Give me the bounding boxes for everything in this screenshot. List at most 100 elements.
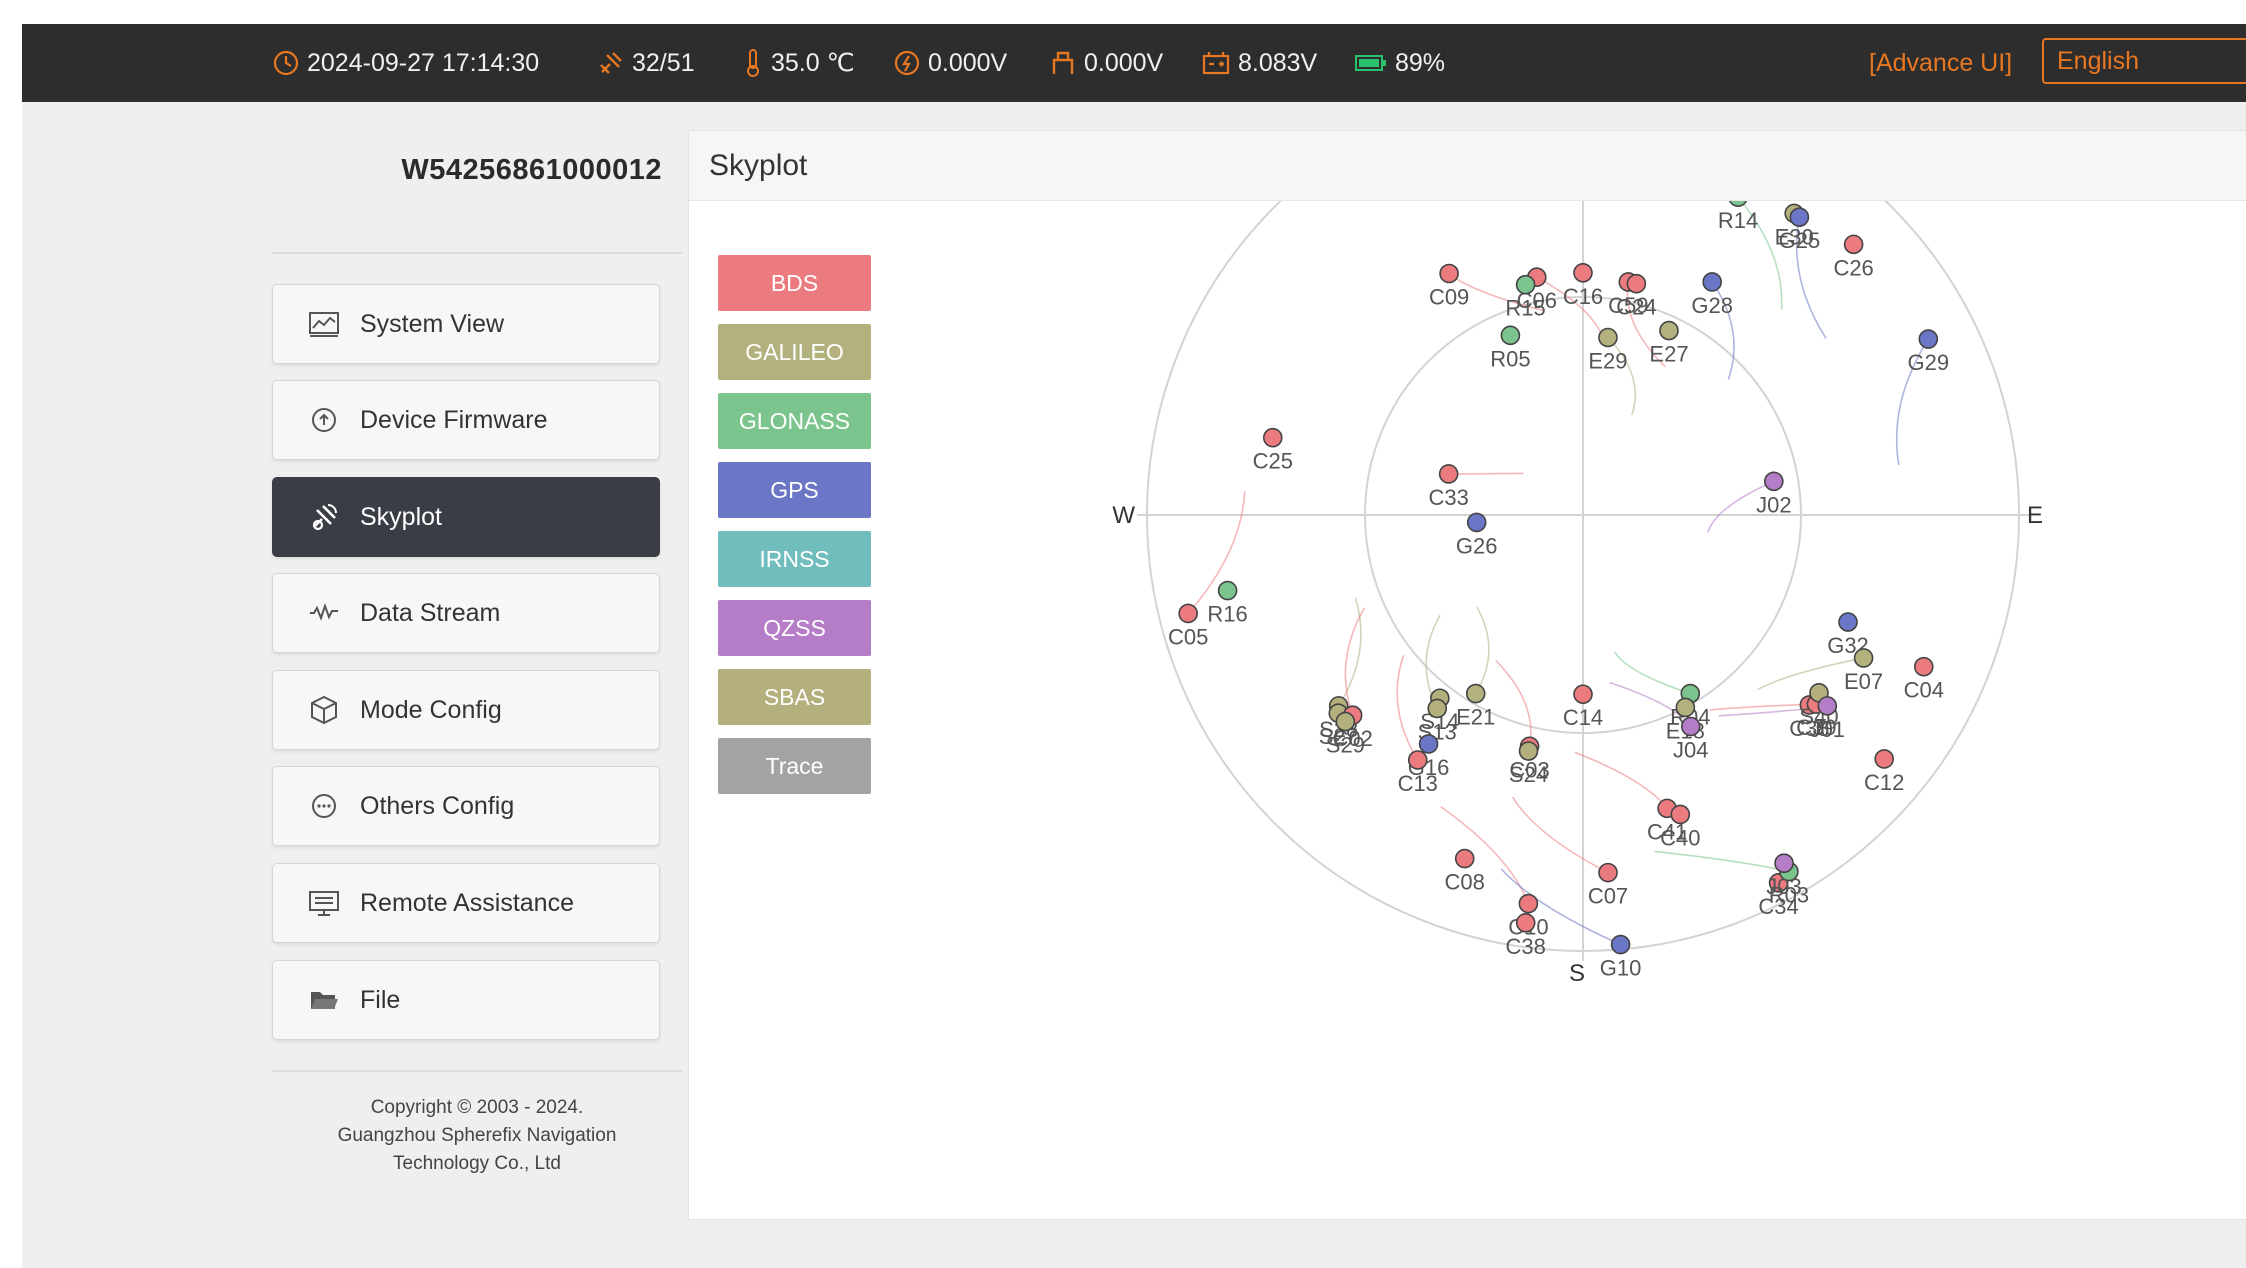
satellite-dot xyxy=(1262,427,1283,448)
satellite-label: C26 xyxy=(1833,255,1873,280)
top-status-bar: 2024-09-27 17:14:30 32/51 35.0 ℃ 0.000V … xyxy=(22,24,2246,102)
temperature-status: 35.0 ℃ xyxy=(743,24,855,102)
satellite-label: E07 xyxy=(1844,669,1883,694)
satellite-label: E27 xyxy=(1649,342,1688,367)
language-value: English xyxy=(2057,46,2139,75)
monitor-icon xyxy=(306,885,342,921)
satellite-marker: C05 xyxy=(1168,603,1208,649)
satellite-dot xyxy=(1702,272,1722,292)
satellite-label: J01 xyxy=(1810,717,1845,742)
sidebar-item-file[interactable]: File xyxy=(272,960,660,1040)
satellite-label: G28 xyxy=(1691,293,1733,318)
satellite-marker: C26 xyxy=(1833,234,1874,280)
satellite-dot xyxy=(1515,274,1536,295)
satellite-label: C05 xyxy=(1168,624,1208,649)
satellite-dot xyxy=(1465,683,1486,704)
satellite-dot xyxy=(1439,263,1459,284)
sidebar-item-system-view[interactable]: System View xyxy=(272,284,660,364)
satellite-dot xyxy=(1518,741,1539,761)
satellite-icon xyxy=(306,499,342,535)
dots-icon xyxy=(306,788,342,824)
satellite-marker: R16 xyxy=(1207,580,1248,627)
upload-icon xyxy=(306,402,342,438)
satellite-dot xyxy=(1817,696,1838,716)
language-select[interactable]: English xyxy=(2042,38,2246,84)
battery-status: 89% xyxy=(1355,24,1445,102)
satellite-dot xyxy=(1335,711,1356,732)
voltage3-status: 8.083V xyxy=(1202,24,1317,102)
satellite-marker: G29 xyxy=(1908,329,1950,375)
sidebar-divider-top xyxy=(272,252,682,254)
satellite-marker: C07 xyxy=(1588,862,1628,909)
satellite-dot xyxy=(1913,656,1934,677)
satellite-trace xyxy=(1396,654,1419,761)
satellite-label: G10 xyxy=(1600,956,1642,981)
copyright-line: Copyright © 2003 - 2024. xyxy=(370,1097,584,1118)
satellite-label: C24 xyxy=(1616,295,1656,320)
thermometer-icon xyxy=(747,49,759,77)
sidebar-item-label: Others Config xyxy=(360,791,515,820)
sidebar-item-skyplot[interactable]: Skyplot xyxy=(272,477,660,557)
satellite-dot xyxy=(1764,471,1784,492)
satellite-marker: G28 xyxy=(1691,272,1733,318)
satellite-label: G29 xyxy=(1908,350,1950,375)
sidebar-item-others-config[interactable]: Others Config xyxy=(272,766,660,846)
satellite-dot xyxy=(1454,848,1475,869)
voltage2-value: 0.000V xyxy=(1084,48,1164,77)
copyright-line: Technology Co., Ltd xyxy=(393,1153,561,1174)
copyright-text: Copyright © 2003 - 2024. Guangzhou Spher… xyxy=(272,1094,682,1178)
cube-icon xyxy=(306,692,342,728)
satellite-label: E21 xyxy=(1456,705,1495,730)
satellite-trace xyxy=(1448,472,1524,475)
satellite-label: C07 xyxy=(1588,884,1628,909)
satellite-dot xyxy=(1178,603,1198,624)
satellite-label: J02 xyxy=(1756,492,1791,517)
satellite-dot xyxy=(1874,749,1894,769)
satellite-marker: E21 xyxy=(1456,683,1495,730)
advance-ui-link[interactable]: [Advance UI] xyxy=(1869,24,2012,102)
satellite-dot xyxy=(1438,464,1459,484)
satellite-dot xyxy=(1626,273,1647,294)
satellite-dot xyxy=(1573,684,1593,705)
sidebar-item-mode-config[interactable]: Mode Config xyxy=(272,670,660,750)
panel-header: Skyplot xyxy=(689,131,2246,201)
sidebar-item-data-stream[interactable]: Data Stream xyxy=(272,573,660,653)
sidebar-item-label: Remote Assistance xyxy=(360,888,574,917)
satellite-dot xyxy=(1853,648,1874,668)
voltage2-status: 0.000V xyxy=(1050,24,1163,102)
satellite-trace xyxy=(1574,751,1668,809)
sidebar-item-remote-assistance[interactable]: Remote Assistance xyxy=(272,863,660,943)
satellite-marker: J03 xyxy=(1766,853,1802,899)
satellite-dot xyxy=(1680,716,1701,737)
skyplot-grid xyxy=(1137,201,2029,961)
chart-icon xyxy=(306,306,342,342)
trace-layer xyxy=(1187,201,1929,946)
satellite-marker: C25 xyxy=(1253,427,1293,474)
satellite-dot xyxy=(1843,234,1864,255)
south-label: S xyxy=(1569,960,1585,987)
sidebar-divider-bottom xyxy=(272,1070,682,1072)
satellite-label: R14 xyxy=(1718,208,1758,233)
satellite-label: C04 xyxy=(1904,678,1944,703)
satellite-marker: S24 xyxy=(1509,741,1548,787)
satellite-label: C14 xyxy=(1563,705,1603,730)
satellite-marker: C14 xyxy=(1563,684,1603,730)
satellite-dot xyxy=(1217,580,1238,601)
satellite-label: R16 xyxy=(1207,602,1247,627)
panel-title: Skyplot xyxy=(709,148,808,182)
satellite-layer: R14E30G25C26G28C16 C59C24C06R15C09R05 E29 E… xyxy=(1168,201,1949,981)
satellite-marker: C08 xyxy=(1445,848,1485,895)
folder-icon xyxy=(306,982,342,1018)
satellite-dot xyxy=(1573,262,1593,283)
satellite-trace xyxy=(1344,607,1366,716)
sidebar-item-label: Mode Config xyxy=(360,695,502,724)
satellite-marker: C12 xyxy=(1864,749,1904,795)
satellite-label: C33 xyxy=(1428,485,1468,510)
satellite-dot xyxy=(1670,804,1691,825)
satellite-label: C13 xyxy=(1398,771,1438,796)
satellite-label: C38 xyxy=(1506,934,1546,959)
sidebar-item-label: Device Firmware xyxy=(360,405,548,434)
device-serial: W54256861000012 xyxy=(401,154,662,186)
copyright-line: Guangzhou Spherefix Navigation xyxy=(337,1125,617,1146)
sidebar-item-device-firmware[interactable]: Device Firmware xyxy=(272,380,660,460)
